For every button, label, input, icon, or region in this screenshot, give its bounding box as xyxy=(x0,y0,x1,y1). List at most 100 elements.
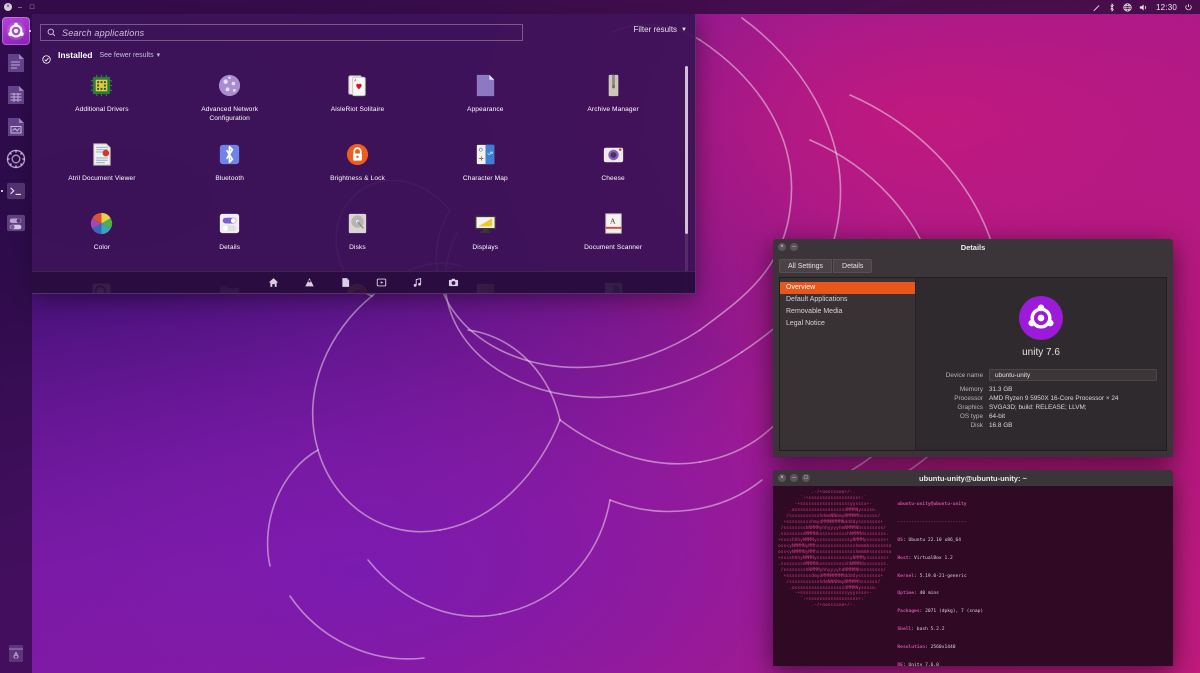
launcher-item-ubuntu-dash[interactable] xyxy=(2,17,30,45)
app-label: Details xyxy=(219,244,240,253)
ubuntu-logo-icon xyxy=(1019,296,1063,340)
terminal-window-title: ubuntu-unity@ubuntu-unity: ~ xyxy=(773,474,1173,483)
unity-version-label: unity 7.6 xyxy=(1022,347,1060,358)
category-name: Installed xyxy=(58,50,92,60)
panel-close-button[interactable]: × xyxy=(4,3,12,11)
details-body: Overview Default Applications Removable … xyxy=(779,277,1167,451)
app-item-color[interactable]: Color xyxy=(38,204,166,273)
app-item-appearance[interactable]: Appearance xyxy=(421,66,549,135)
panel-minimize-button[interactable]: – xyxy=(16,3,24,11)
neofetch-key: Resolution xyxy=(897,645,925,650)
terminal-titlebar[interactable]: × – □ ubuntu-unity@ubuntu-unity: ~ xyxy=(773,470,1173,486)
app-item-details[interactable]: Details xyxy=(166,204,294,273)
app-item-cheese[interactable]: Cheese xyxy=(549,135,677,204)
disk-icon xyxy=(342,208,373,239)
music-icon[interactable] xyxy=(412,277,423,288)
app-item-archive-manager[interactable]: Archive Manager xyxy=(549,66,677,135)
pencil-icon[interactable] xyxy=(1092,3,1101,12)
ubuntu-logo-icon xyxy=(5,20,27,42)
launcher-item-libreoffice-calc[interactable] xyxy=(2,81,30,109)
chevron-down-icon: ▾ xyxy=(157,51,161,59)
minimize-icon[interactable]: – xyxy=(790,474,798,482)
launcher-item-ubuntu-software[interactable] xyxy=(2,145,30,173)
sidebar-item-default-applications[interactable]: Default Applications xyxy=(780,294,915,306)
launcher-item-trash[interactable] xyxy=(2,639,30,667)
app-item-document-scanner[interactable]: A Document Scanner xyxy=(549,204,677,273)
calc-icon xyxy=(5,84,27,106)
neofetch-value: Ubuntu 22.10 x86_64 xyxy=(909,538,962,543)
applications-icon[interactable] xyxy=(304,277,315,288)
spec-value: 31.3 GB xyxy=(989,386,1012,393)
device-name-label: Device name xyxy=(925,372,989,379)
launcher-item-libreoffice-writer[interactable] xyxy=(2,49,30,77)
neofetch-key: Shell xyxy=(897,627,911,632)
panel-window-controls[interactable]: × – □ xyxy=(0,3,36,11)
neofetch-key: Host xyxy=(897,556,908,561)
video-icon[interactable] xyxy=(376,277,387,288)
search-icon xyxy=(47,24,56,42)
spec-row-memory: Memory 31.3 GB xyxy=(925,386,1157,393)
terminal-content[interactable]: .-/+oossssoo+/-. `:+ssssssssssssssssss+:… xyxy=(773,486,1173,666)
app-item-brightness-lock[interactable]: Brightness & Lock xyxy=(294,135,422,204)
volume-icon[interactable] xyxy=(1139,3,1149,12)
spec-key: OS type xyxy=(925,413,989,420)
search-input[interactable]: Search applications xyxy=(40,24,523,41)
filter-results-button[interactable]: Filter results ▼ xyxy=(633,25,687,34)
network-icon[interactable] xyxy=(1123,3,1132,12)
see-fewer-results-button[interactable]: See fewer results ▾ xyxy=(99,51,160,59)
all-settings-button[interactable]: All Settings xyxy=(779,259,832,273)
home-icon[interactable] xyxy=(268,277,279,288)
sidebar-item-removable-media[interactable]: Removable Media xyxy=(780,306,915,318)
files-icon[interactable] xyxy=(340,277,351,288)
photos-icon[interactable] xyxy=(448,277,459,288)
sidebar-item-legal-notice[interactable]: Legal Notice xyxy=(780,318,915,330)
minimize-icon[interactable]: – xyxy=(790,243,798,251)
running-indicator xyxy=(1,190,3,192)
toggles-icon xyxy=(5,212,27,234)
document-viewer-icon xyxy=(86,139,117,170)
scrollbar-thumb[interactable] xyxy=(685,66,688,234)
device-name-row: Device name ubuntu-unity xyxy=(925,369,1157,381)
spec-value: AMD Ryzen 9 5950X 16-Core Processor × 24 xyxy=(989,395,1118,402)
launcher-item-system-settings[interactable] xyxy=(2,209,30,237)
neofetch-key: Uptime xyxy=(897,591,914,596)
cards-icon: A xyxy=(342,70,373,101)
power-icon[interactable] xyxy=(1184,3,1193,12)
app-item-displays[interactable]: Displays xyxy=(421,204,549,273)
application-grid: Additional Drivers Advanced Network Conf… xyxy=(38,66,677,271)
launcher-item-libreoffice-impress[interactable] xyxy=(2,113,30,141)
toggles-icon xyxy=(214,208,245,239)
app-item-bluetooth[interactable]: Bluetooth xyxy=(166,135,294,204)
bluetooth-icon[interactable] xyxy=(1108,3,1116,12)
maximize-icon[interactable]: □ xyxy=(802,474,810,482)
close-icon[interactable]: × xyxy=(778,474,786,482)
app-label: Displays xyxy=(472,244,498,253)
spec-key: Processor xyxy=(925,395,989,402)
color-wheel-icon xyxy=(86,208,117,239)
neofetch-row-uptime: Uptime: 40 mins xyxy=(897,591,1168,597)
dash-scrollbar[interactable] xyxy=(685,66,688,294)
app-item-atril-document-viewer[interactable]: Atril Document Viewer xyxy=(38,135,166,204)
spec-row-processor: Processor AMD Ryzen 9 5950X 16-Core Proc… xyxy=(925,395,1157,402)
app-item-additional-drivers[interactable]: Additional Drivers xyxy=(38,66,166,135)
details-window: × – Details All Settings Details Overvie… xyxy=(773,239,1173,457)
details-titlebar[interactable]: × – Details xyxy=(773,239,1173,255)
device-name-input[interactable]: ubuntu-unity xyxy=(989,369,1157,381)
launcher-item-terminal[interactable] xyxy=(2,177,30,205)
spec-row-disk: Disk 16.8 GB xyxy=(925,422,1157,429)
app-item-aisleriot-solitaire[interactable]: A AisleRiot Solitaire xyxy=(294,66,422,135)
details-toolbar: All Settings Details xyxy=(773,255,1173,277)
neofetch-info: ubuntu-unity@ubuntu-unity --------------… xyxy=(897,490,1168,666)
neofetch-row-packages: Packages: 2071 (dpkg), 7 (snap) xyxy=(897,609,1168,615)
details-tab-button[interactable]: Details xyxy=(833,259,872,273)
neofetch-row-host: Host: VirtualBox 1.2 xyxy=(897,556,1168,562)
spec-key: Memory xyxy=(925,386,989,393)
clock[interactable]: 12:30 xyxy=(1156,3,1177,12)
panel-maximize-button[interactable]: □ xyxy=(28,3,36,11)
sidebar-item-overview[interactable]: Overview xyxy=(780,282,915,294)
app-item-disks[interactable]: Disks xyxy=(294,204,422,273)
close-icon[interactable]: × xyxy=(778,243,786,251)
app-item-advanced-network-configuration[interactable]: Advanced Network Configuration xyxy=(166,66,294,135)
terminal-window: × – □ ubuntu-unity@ubuntu-unity: ~ .-/+o… xyxy=(773,470,1173,666)
app-item-character-map[interactable]: Ö✛ش Character Map xyxy=(421,135,549,204)
